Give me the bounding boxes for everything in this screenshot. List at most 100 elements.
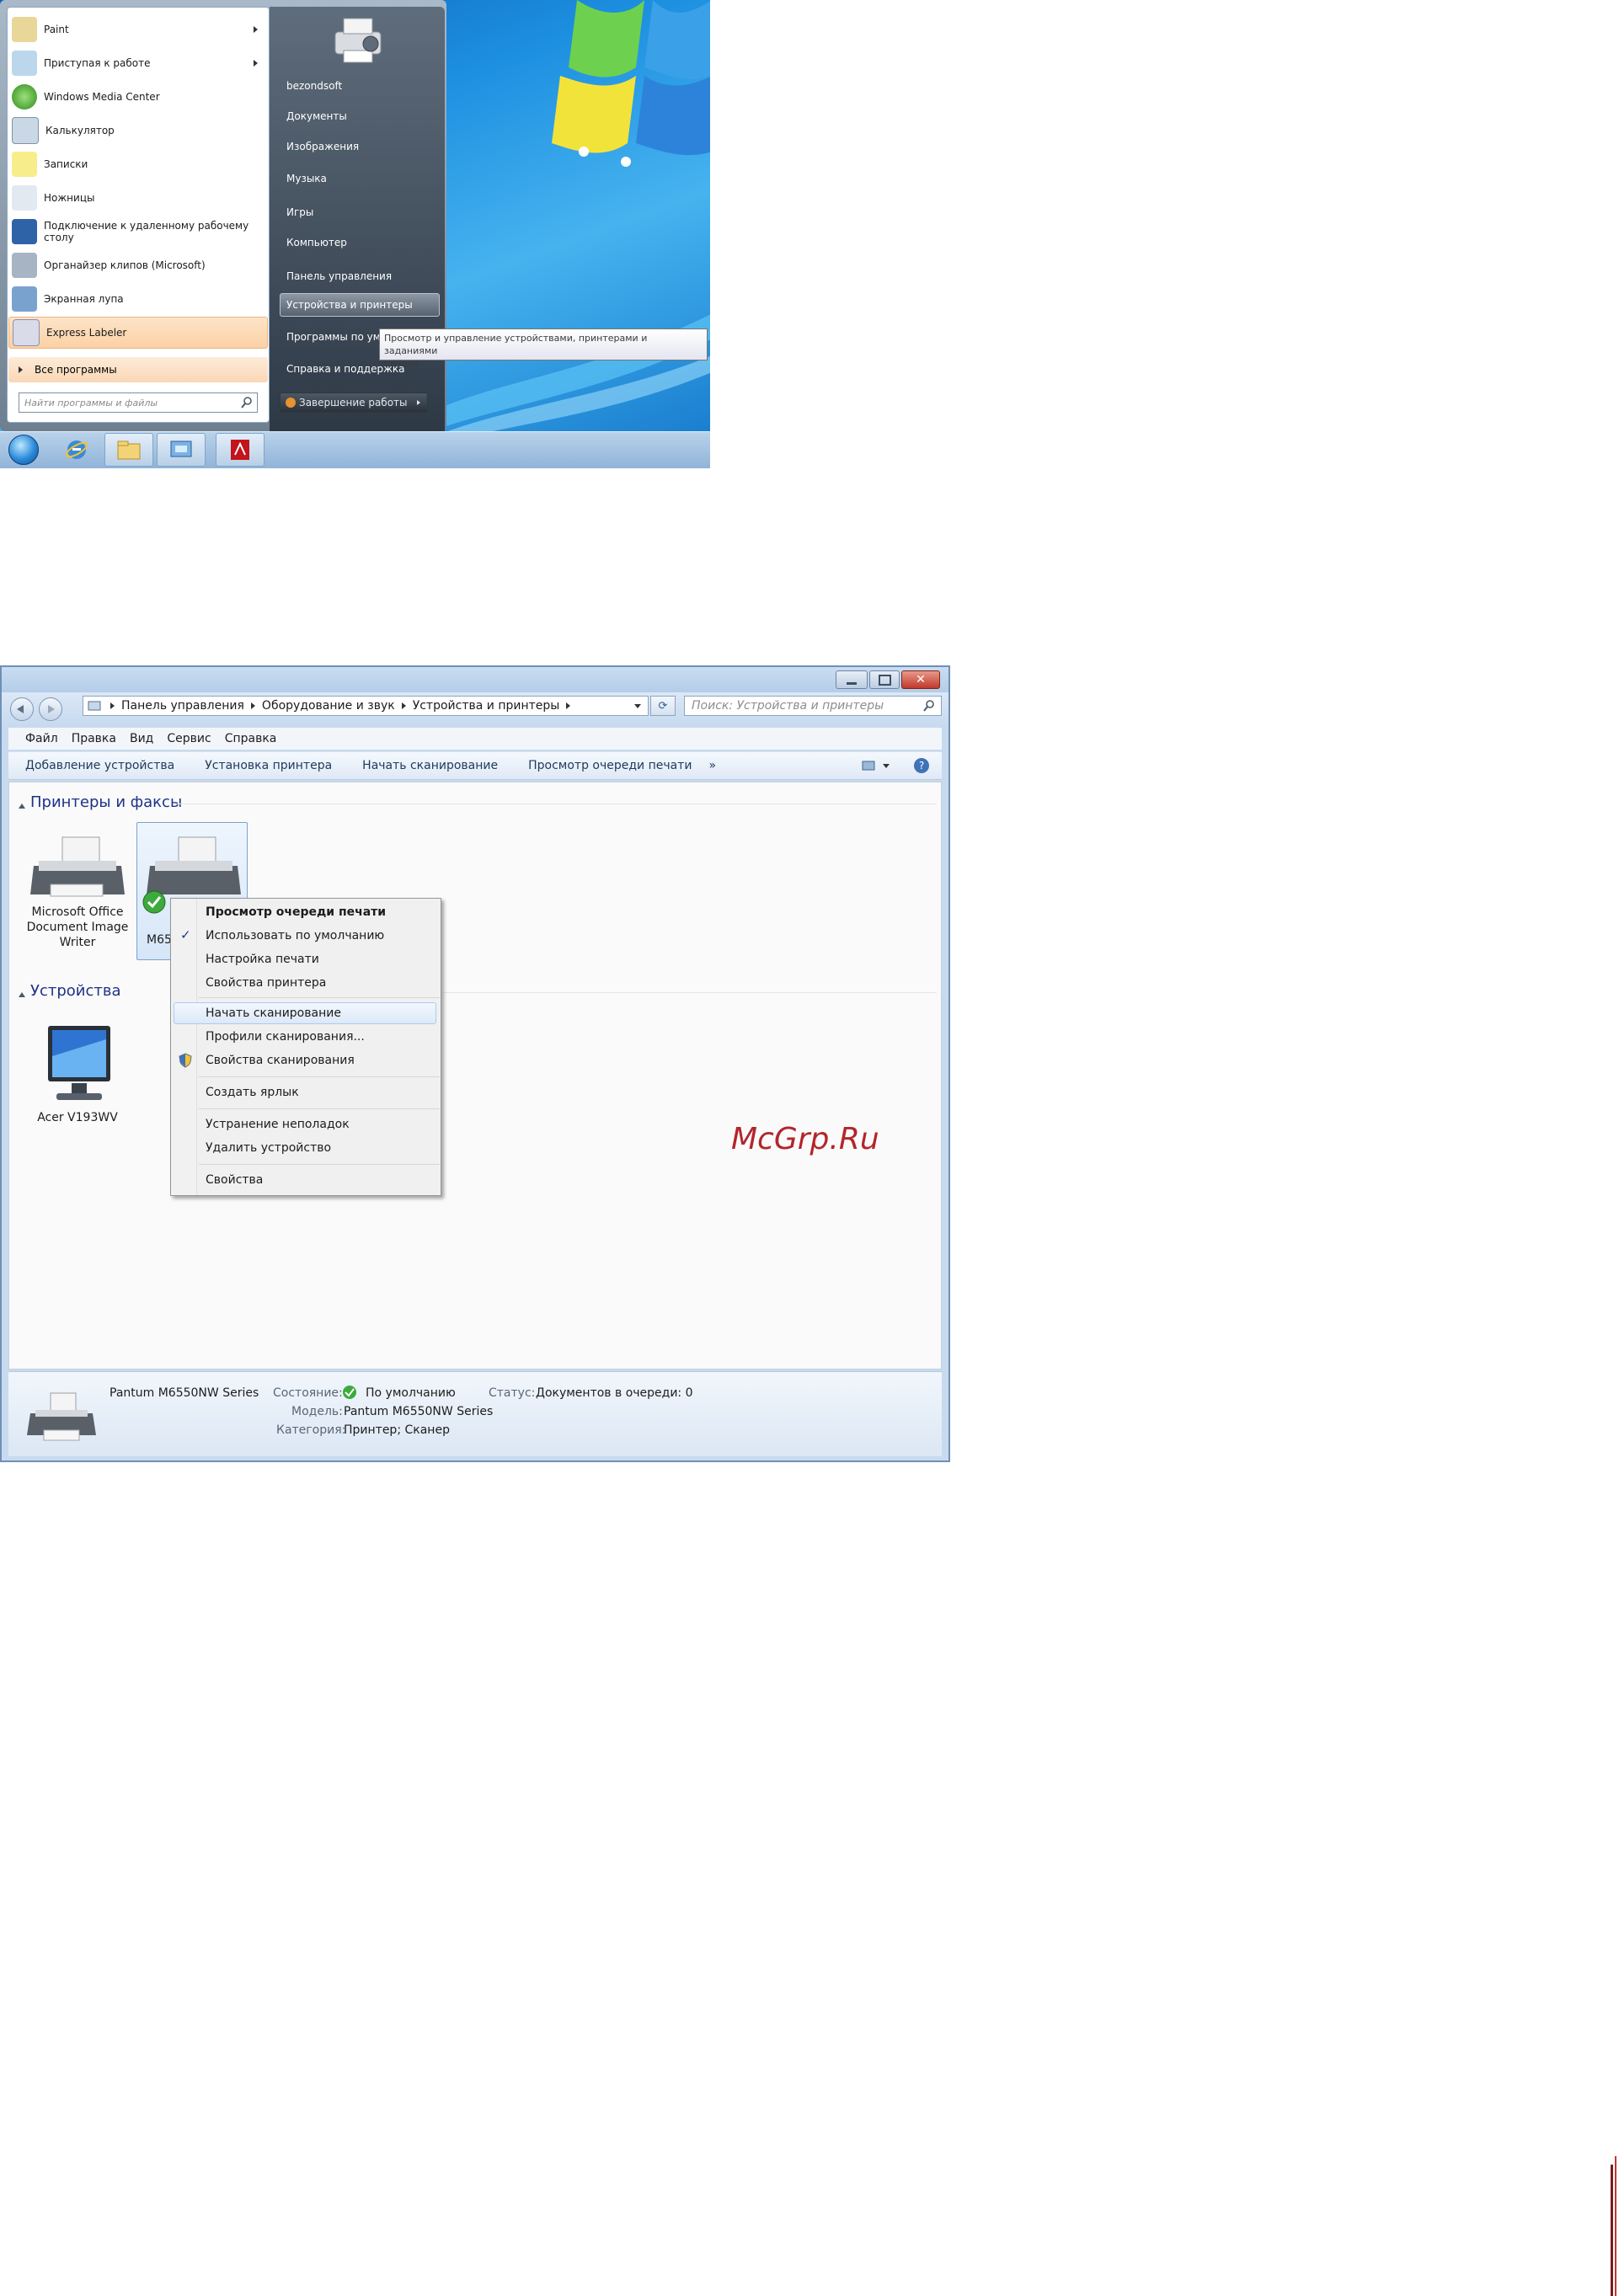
view-options-icon[interactable]: [861, 758, 891, 773]
sticky-notes-icon: [12, 152, 37, 177]
context-item-label: Удалить устройство: [206, 1141, 332, 1155]
details-status-value: Документов в очереди: 0: [536, 1386, 693, 1400]
right-item-computer[interactable]: Компьютер: [281, 231, 438, 254]
refresh-icon: ⟳: [658, 699, 668, 713]
program-sticky-notes[interactable]: Записки: [8, 148, 268, 180]
breadcrumb[interactable]: Панель управления Оборудование и звук Ус…: [83, 696, 649, 716]
right-item-label: Изображения: [286, 141, 360, 152]
program-paint[interactable]: Paint: [8, 13, 268, 45]
context-item-remove-device[interactable]: Удалить устройство: [172, 1137, 438, 1159]
context-item-properties[interactable]: Свойства: [172, 1169, 438, 1191]
context-separator: [199, 1164, 440, 1165]
device-acer-monitor[interactable]: Acer V193WV: [19, 1023, 136, 1125]
device-label: Microsoft Office: [31, 905, 124, 919]
expand-arrow-icon: [19, 366, 23, 373]
menu-file[interactable]: Файл: [25, 732, 58, 745]
back-button[interactable]: [10, 697, 34, 721]
address-dropdown-icon[interactable]: [634, 703, 641, 708]
search-icon[interactable]: [240, 396, 254, 409]
right-item-documents[interactable]: Документы: [281, 104, 438, 128]
program-clip-organizer[interactable]: Органайзер клипов (Microsoft): [8, 249, 268, 281]
context-item-label: Свойства сканирования: [206, 1054, 355, 1067]
close-button[interactable]: ✕: [901, 670, 940, 689]
collapse-group-icon[interactable]: [19, 992, 25, 997]
program-snipping-tool[interactable]: Ножницы: [8, 182, 268, 214]
menu-view[interactable]: Вид: [130, 732, 153, 745]
group-divider: [443, 992, 937, 993]
user-picture-icon[interactable]: [330, 13, 386, 66]
group-devices-title[interactable]: Устройства: [30, 982, 121, 1000]
program-magnifier[interactable]: Экранная лупа: [8, 283, 268, 315]
context-item-start-scan[interactable]: Начать сканирование: [172, 1002, 438, 1024]
program-calculator[interactable]: Калькулятор: [8, 115, 268, 147]
details-category-value: Принтер; Сканер: [344, 1423, 450, 1437]
context-item-set-default[interactable]: ✓ Использовать по умолчанию: [172, 925, 438, 947]
minimize-button[interactable]: [836, 670, 868, 689]
collapse-group-icon[interactable]: [19, 804, 25, 809]
context-item-label: Свойства принтера: [206, 976, 327, 990]
device-label: Writer: [59, 936, 96, 949]
help-icon[interactable]: ?: [913, 757, 930, 774]
watermark-text: McGrp.Ru: [731, 1122, 879, 1156]
start-orb-icon: [8, 435, 39, 465]
right-item-user[interactable]: bezondsoft: [281, 74, 438, 98]
breadcrumb-separator-icon[interactable]: [250, 702, 255, 709]
start-button[interactable]: [3, 433, 44, 467]
shutdown-button[interactable]: Завершение работы: [280, 392, 428, 413]
context-separator: [199, 997, 440, 998]
acrobat-icon: [231, 440, 249, 460]
taskbar-acrobat[interactable]: [216, 433, 264, 467]
start-search-input[interactable]: Найти программы и файлы: [19, 392, 258, 413]
shutdown-options-arrow-icon[interactable]: [417, 400, 420, 405]
right-item-devices-printers[interactable]: Устройства и принтеры: [281, 293, 438, 317]
context-item-print-settings[interactable]: Настройка печати: [172, 948, 438, 970]
refresh-button[interactable]: ⟳: [650, 696, 676, 716]
context-item-label: Свойства: [206, 1173, 264, 1187]
search-input[interactable]: Поиск: Устройства и принтеры: [684, 696, 942, 716]
right-item-pictures[interactable]: Изображения: [281, 135, 438, 158]
right-item-games[interactable]: Игры: [281, 200, 438, 224]
default-check-icon: [142, 890, 166, 914]
menu-edit[interactable]: Правка: [72, 732, 116, 745]
breadcrumb-separator-icon[interactable]: [110, 702, 115, 709]
add-device-button[interactable]: Добавление устройства: [25, 759, 174, 772]
printer-ms-office-writer[interactable]: Microsoft Office Document Image Writer: [19, 832, 136, 950]
program-media-center[interactable]: Windows Media Center: [8, 81, 268, 113]
context-item-scan-properties[interactable]: Свойства сканирования: [172, 1049, 438, 1071]
menu-tools[interactable]: Сервис: [167, 732, 211, 745]
menu-help[interactable]: Справка: [225, 732, 277, 745]
context-item-print-queue[interactable]: Просмотр очереди печати: [172, 901, 438, 923]
default-check-icon: [343, 1386, 356, 1399]
maximize-button[interactable]: [869, 670, 900, 689]
context-item-scan-profiles[interactable]: Профили сканирования...: [172, 1026, 438, 1048]
taskbar-internet-explorer[interactable]: [52, 433, 101, 467]
more-commands-button[interactable]: »: [708, 759, 716, 772]
program-express-labeler[interactable]: Express Labeler: [8, 317, 268, 349]
context-item-label: Начать сканирование: [206, 1007, 341, 1020]
forward-button[interactable]: [39, 697, 62, 721]
breadcrumb-separator-icon[interactable]: [401, 702, 406, 709]
search-icon[interactable]: [922, 699, 936, 713]
context-item-printer-properties[interactable]: Свойства принтера: [172, 972, 438, 994]
context-item-label: Создать ярлык: [206, 1086, 299, 1099]
breadcrumb-item[interactable]: Устройства и принтеры: [413, 699, 560, 713]
context-item-troubleshoot[interactable]: Устранение неполадок: [172, 1113, 438, 1135]
breadcrumb-separator-icon[interactable]: [566, 702, 571, 709]
minimize-icon: [847, 681, 857, 685]
context-item-create-shortcut[interactable]: Создать ярлык: [172, 1081, 438, 1103]
breadcrumb-item[interactable]: Панель управления: [121, 699, 244, 713]
program-getting-started[interactable]: Приступая к работе: [8, 47, 268, 79]
program-remote-desktop[interactable]: Подключение к удаленному рабочему столу: [8, 216, 268, 248]
right-item-music[interactable]: Музыка: [281, 167, 438, 190]
taskbar-explorer[interactable]: [104, 433, 153, 467]
print-queue-button[interactable]: Просмотр очереди печати: [528, 759, 692, 772]
all-programs-button[interactable]: Все программы: [8, 357, 268, 382]
device-label: Document Image: [26, 921, 129, 934]
add-printer-button[interactable]: Установка принтера: [205, 759, 332, 772]
breadcrumb-item[interactable]: Оборудование и звук: [262, 699, 395, 713]
group-printers-title[interactable]: Принтеры и факсы: [30, 793, 182, 811]
taskbar-control-panel[interactable]: [157, 433, 206, 467]
right-item-control-panel[interactable]: Панель управления: [281, 264, 438, 288]
start-scan-button[interactable]: Начать сканирование: [362, 759, 498, 772]
search-placeholder: Найти программы и файлы: [24, 397, 158, 408]
